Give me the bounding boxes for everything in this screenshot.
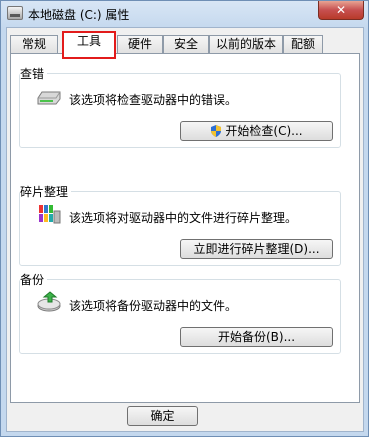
window-title: 本地磁盘 (C:) 属性 [28,8,130,22]
tab-hardware[interactable]: 硬件 [117,35,163,54]
group-title: 碎片整理 [20,183,72,200]
defrag-now-button[interactable]: 立即进行碎片整理(D)... [180,239,333,259]
tab-general[interactable]: 常规 [10,35,58,54]
active-tab-highlight [62,31,116,59]
group-description: 该选项将备份驱动器中的文件。 [69,299,238,313]
backup-icon [37,291,61,312]
start-check-button[interactable]: 开始检查(C)... [180,121,333,141]
title-bar[interactable]: 本地磁盘 (C:) 属性 ✕ [1,1,368,27]
tab-previous-versions[interactable]: 以前的版本 [209,35,283,54]
group-description: 该选项将对驱动器中的文件进行碎片整理。 [69,211,298,225]
backup-group: 备份 该选项将备份驱动器中的文件。 开始备份(B)... [19,271,341,354]
shield-icon [211,125,222,137]
group-description: 该选项将检查驱动器中的错误。 [69,93,238,107]
defrag-group: 碎片整理 该选项将对驱动器中的文件进行碎片整理。 立即进行碎片整理(D)... [19,183,341,266]
defrag-icon [39,205,61,224]
drive-icon [37,91,61,105]
dialog-client: 常规 工具 硬件 安全 以前的版本 配额 查错 该选项将检查驱动器中的错误。 开… [6,27,364,432]
tab-security[interactable]: 安全 [163,35,209,54]
tools-panel: 查错 该选项将检查驱动器中的错误。 开始检查(C)... 碎片整理 该选项将对驱… [10,53,360,403]
ok-button[interactable]: 确定 [127,406,198,426]
start-backup-button[interactable]: 开始备份(B)... [180,327,333,347]
properties-window: 本地磁盘 (C:) 属性 ✕ 常规 工具 硬件 安全 以前的版本 配额 查错 该… [0,0,369,437]
start-check-label: 开始检查(C)... [225,124,303,138]
error-check-group: 查错 该选项将检查驱动器中的错误。 开始检查(C)... [19,65,341,148]
drive-title-icon [7,6,23,20]
close-button[interactable]: ✕ [318,1,364,20]
tab-quota[interactable]: 配额 [283,35,323,54]
tab-strip: 常规 工具 硬件 安全 以前的版本 配额 [10,31,360,59]
group-title: 查错 [20,65,48,82]
group-title: 备份 [20,271,48,288]
